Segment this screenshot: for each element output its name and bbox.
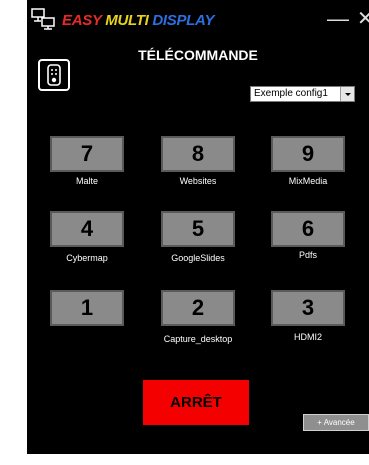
close-button[interactable]: ✕	[357, 8, 369, 30]
remote-button-2[interactable]: 2	[161, 290, 235, 326]
config-dropdown[interactable]: Exemple config1	[250, 86, 355, 102]
remote-button-2-label: Capture_desktop	[163, 334, 233, 344]
page-title: TÉLÉCOMMANDE	[138, 47, 258, 63]
remote-button-6[interactable]: 6	[271, 211, 345, 247]
remote-button-8[interactable]: 8	[161, 136, 235, 172]
remote-button-9[interactable]: 9	[271, 136, 345, 172]
app-title-multi: MULTI	[105, 12, 149, 29]
remote-button-7[interactable]: 7	[50, 136, 124, 172]
remote-button-5-label: GoogleSlides	[171, 253, 225, 263]
remote-button-4-label: Cybermap	[66, 253, 108, 263]
title-bar[interactable]: EASY MULTI DISPLAY — ✕	[27, 0, 369, 40]
monitors-icon	[31, 8, 57, 30]
config-dropdown-value: Exemple config1	[254, 88, 328, 99]
advanced-button[interactable]: + Avancée	[303, 414, 369, 431]
remote-button-1[interactable]: 1	[50, 290, 124, 326]
app-window: EASY MULTI DISPLAY — ✕ TÉLÉCOMMANDE Exem…	[27, 0, 369, 454]
remote-button-3[interactable]: 3	[271, 290, 345, 326]
remote-control-icon	[38, 59, 70, 91]
remote-button-5[interactable]: 5	[161, 211, 235, 247]
app-title-display: DISPLAY	[152, 12, 215, 29]
remote-button-4[interactable]: 4	[50, 211, 124, 247]
minimize-button[interactable]: —	[327, 8, 349, 30]
remote-button-6-label: Pdfs	[298, 250, 317, 260]
remote-button-9-label: MixMedia	[288, 176, 328, 186]
chevron-down-icon[interactable]	[340, 87, 354, 101]
remote-button-7-label: Malte	[75, 176, 98, 186]
app-title-easy: EASY	[62, 12, 102, 29]
remote-button-3-label: HDMI2	[293, 332, 322, 342]
remote-button-8-label: Websites	[179, 176, 217, 186]
stop-button[interactable]: ARRÊT	[143, 380, 249, 425]
app-title: EASY MULTI DISPLAY	[62, 12, 214, 29]
